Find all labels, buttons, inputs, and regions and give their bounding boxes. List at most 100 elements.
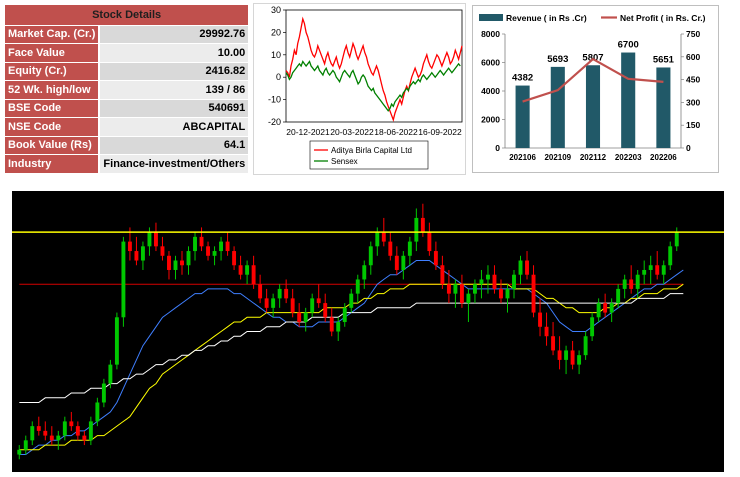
candle-body <box>238 265 243 275</box>
candle-body <box>17 449 22 455</box>
candle-body <box>525 260 529 275</box>
revenue-bar <box>585 65 601 148</box>
detail-value: Finance-investment/Others <box>99 154 249 174</box>
candle-body <box>590 317 595 337</box>
stock-dashboard: Stock Details Market Cap. (Cr.) 29992.76 … <box>0 0 740 477</box>
candle-body <box>310 298 315 313</box>
candle-body <box>323 303 328 318</box>
candle-body <box>609 303 614 313</box>
candle-body <box>368 246 373 266</box>
detail-row-equity: Equity (Cr.) 2416.82 <box>5 62 249 81</box>
candle-body <box>134 251 139 261</box>
candle-body <box>329 317 334 332</box>
candle-body <box>492 274 497 289</box>
revenue-profit-chart-panel: 0 2000 4000 6000 8000 0 150 300 450 600 750 4382 569… <box>472 5 719 173</box>
performance-line-chart-panel: -20 -10 0 10 20 30 20-12-2021 20-03-2022 18-06-2… <box>253 3 466 175</box>
detail-label: Book Value (Rs) <box>5 136 101 155</box>
candle-body <box>407 241 412 256</box>
candle-body <box>583 336 588 356</box>
candle-body <box>427 232 432 252</box>
revenue-bar <box>621 52 636 148</box>
candle-body <box>75 426 80 436</box>
candle-body <box>596 303 601 318</box>
x-tick-label: 20-12-2021 <box>286 127 330 137</box>
detail-value: 29992.76 <box>99 25 249 44</box>
detail-value: 64.1 <box>99 136 249 155</box>
candle-body <box>459 284 464 304</box>
revenue-data-label: 5651 <box>653 54 675 65</box>
candle-body <box>505 288 510 299</box>
candle-body <box>271 298 276 308</box>
candle-body <box>512 274 516 289</box>
candle-body <box>245 265 250 275</box>
candle-body <box>199 236 204 247</box>
candle-body <box>154 232 158 247</box>
detail-row-bse-code: BSE Code 540691 <box>5 99 249 118</box>
candlestick-chart <box>12 203 724 460</box>
candle-body <box>69 421 74 427</box>
revenue-profit-chart: 0 2000 4000 6000 8000 0 150 300 450 600 750 4382 569… <box>479 13 706 162</box>
candle-body <box>127 241 132 252</box>
detail-row-market-cap: Market Cap. (Cr.) 29992.76 <box>5 25 249 44</box>
detail-label: Market Cap. (Cr.) <box>5 25 101 44</box>
candle-body <box>232 251 237 266</box>
y-tick-label: 0 <box>495 143 500 153</box>
candle-body <box>531 274 536 313</box>
candle-body <box>486 274 490 280</box>
candle-body <box>30 426 35 441</box>
x-tick-label: 202203 <box>615 153 642 162</box>
candle-body <box>167 255 171 270</box>
candle-body <box>453 284 458 294</box>
legend-label-revenue: Revenue ( in Rs .Cr) <box>506 13 587 23</box>
y-tick-label: 10 <box>271 50 281 60</box>
candle-body <box>336 322 341 332</box>
candle-body <box>674 232 679 247</box>
candle-body <box>251 265 256 285</box>
detail-value: 540691 <box>99 99 249 118</box>
revenue-data-label: 4382 <box>512 73 533 84</box>
stock-details-title: Stock Details <box>5 5 249 26</box>
candle-body <box>466 293 471 304</box>
candle-body <box>36 426 41 431</box>
candle-body <box>414 217 419 242</box>
detail-value: ABCAPITAL <box>99 117 249 137</box>
stock-details-header-row: Stock Details <box>5 5 249 26</box>
candle-body <box>544 326 549 337</box>
candle-body <box>43 430 48 436</box>
plot-area <box>285 9 463 123</box>
y2-tick-label: 600 <box>686 52 700 62</box>
candle-body <box>264 298 269 308</box>
candlestick-chart-panel <box>12 191 724 472</box>
candle-body <box>622 279 627 289</box>
candle-body <box>440 265 445 285</box>
legend-swatch-revenue <box>479 14 503 21</box>
legend-label: Sensex <box>331 157 358 166</box>
detail-row-face-value: Face Value 10.00 <box>5 43 249 63</box>
candle-body <box>381 232 386 242</box>
candle-body <box>23 440 28 450</box>
detail-row-book-value: Book Value (Rs) 64.1 <box>5 136 249 155</box>
candle-body <box>342 307 347 323</box>
x-tick-label: 20-03-2022 <box>330 127 374 137</box>
candle-body <box>219 241 224 252</box>
y-tick-label: 30 <box>271 5 281 15</box>
candle-body <box>225 241 230 252</box>
candle-body <box>62 421 67 436</box>
candle-body <box>108 364 113 384</box>
candle-body <box>557 350 562 360</box>
y2-tick-label: 0 <box>686 143 691 153</box>
candle-body <box>479 279 484 285</box>
x-tick-label: 18-06-2022 <box>374 127 418 137</box>
performance-line-chart: -20 -10 0 10 20 30 20-12-2021 20-03-2022 18-06-2… <box>268 5 463 170</box>
y-tick-label: 4000 <box>481 86 500 96</box>
candle-body <box>193 236 197 252</box>
candle-body <box>277 288 282 299</box>
detail-row-52wk: 52 Wk. high/low 139 / 86 <box>5 80 249 100</box>
detail-label: Industry <box>5 154 101 174</box>
candle-body <box>551 336 556 351</box>
candle-body <box>375 232 380 247</box>
detail-value: 139 / 86 <box>99 80 249 100</box>
candle-body <box>88 421 93 441</box>
detail-value: 2416.82 <box>99 62 249 81</box>
legend-label: Aditya Birla Capital Ltd <box>331 146 412 155</box>
